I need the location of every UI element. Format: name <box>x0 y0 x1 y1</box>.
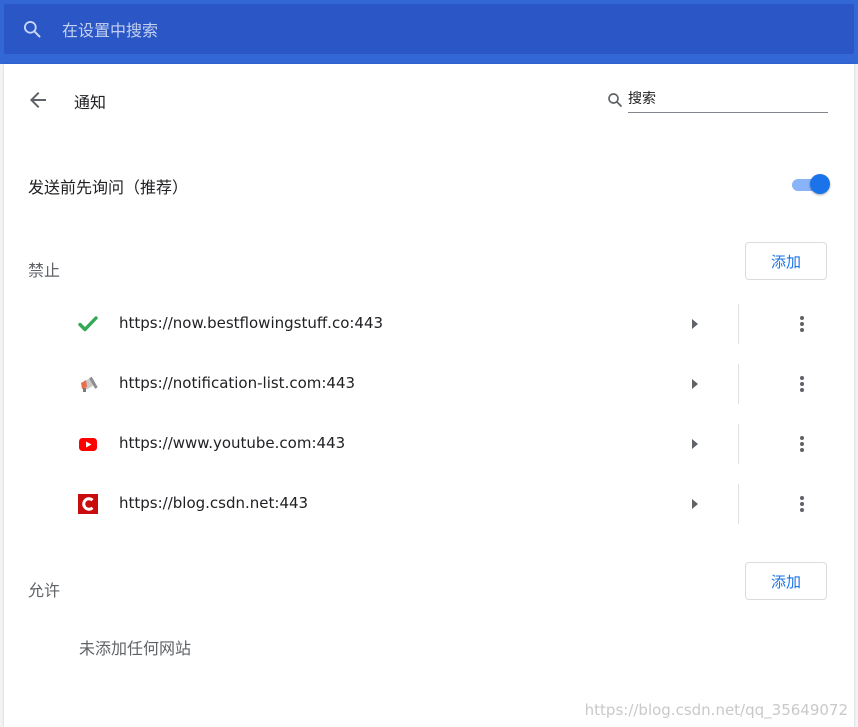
site-url: https://notification-list.com:443 <box>119 374 356 392</box>
allow-empty-text: 未添加任何网站 <box>79 639 192 658</box>
page-title: 通知 <box>74 93 107 112</box>
ask-before-sending-toggle[interactable] <box>790 173 830 195</box>
site-url: https://blog.csdn.net:443 <box>119 494 309 512</box>
settings-search-box[interactable] <box>4 4 854 54</box>
blocked-site-row[interactable]: https://www.youtube.com:443 <box>74 424 834 464</box>
megaphone-icon <box>81 376 98 392</box>
row-divider <box>738 304 739 344</box>
allow-section-label: 允许 <box>28 581 61 600</box>
arrow-right-icon[interactable] <box>691 318 699 330</box>
notifications-search-input[interactable] <box>628 86 828 113</box>
search-icon <box>24 21 41 38</box>
arrow-right-icon[interactable] <box>691 498 699 510</box>
site-url: https://now.bestflowingstuff.co:443 <box>119 314 384 332</box>
notifications-card: 通知 发送前先询问（推荐） 禁止 添加 https://now.bestflow… <box>4 64 854 727</box>
blocked-site-row[interactable]: https://notification-list.com:443 <box>74 364 834 404</box>
blocked-site-row[interactable]: https://blog.csdn.net:443 <box>74 484 834 524</box>
search-icon <box>608 93 622 107</box>
csdn-icon <box>78 494 98 514</box>
checkmark-icon <box>78 316 98 332</box>
more-vert-icon[interactable] <box>792 374 812 394</box>
more-vert-icon[interactable] <box>792 314 812 334</box>
block-add-button[interactable]: 添加 <box>745 242 827 280</box>
page-background <box>854 64 858 727</box>
arrow-right-icon[interactable] <box>691 378 699 390</box>
ask-before-sending-label: 发送前先询问（推荐） <box>28 178 189 197</box>
blocked-site-row[interactable]: https://now.bestflowingstuff.co:443 <box>74 304 834 344</box>
more-vert-icon[interactable] <box>792 494 812 514</box>
more-vert-icon[interactable] <box>792 434 812 454</box>
settings-header <box>0 0 858 64</box>
block-section-label: 禁止 <box>28 261 61 280</box>
site-url: https://www.youtube.com:443 <box>119 434 346 452</box>
allow-add-button[interactable]: 添加 <box>745 562 827 600</box>
ask-before-sending-row[interactable]: 发送前先询问（推荐） <box>28 170 832 198</box>
notifications-search-box[interactable] <box>604 86 830 116</box>
row-divider <box>738 364 739 404</box>
row-divider <box>738 484 739 524</box>
settings-search-input[interactable] <box>60 14 824 46</box>
arrow-back-icon[interactable] <box>26 88 50 112</box>
toggle-knob <box>810 174 830 194</box>
youtube-icon <box>79 438 97 451</box>
row-divider <box>738 424 739 464</box>
arrow-right-icon[interactable] <box>691 438 699 450</box>
watermark-text: https://blog.csdn.net/qq_35649072 <box>584 701 848 719</box>
